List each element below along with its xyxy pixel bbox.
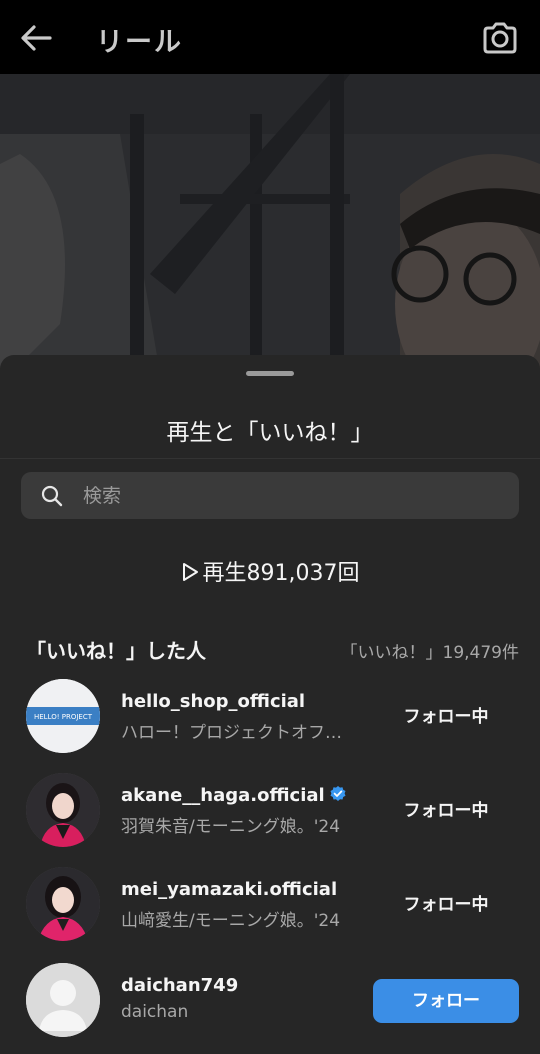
- hello-project-logo-avatar: HELLO! PROJECT: [26, 679, 100, 753]
- following-button[interactable]: フォロー中: [373, 883, 519, 927]
- username[interactable]: hello_shop_official: [121, 691, 305, 712]
- avatar[interactable]: [26, 773, 100, 847]
- search-input[interactable]: [83, 472, 503, 519]
- avatar-logo-text: HELLO! PROJECT: [34, 713, 93, 721]
- user-row[interactable]: mei_yamazaki.official 山﨑愛生/モーニング娘。'24 フォ…: [0, 859, 540, 949]
- likes-count: 「いいね！」19,479件: [340, 643, 519, 663]
- reel-video-preview: [0, 74, 540, 374]
- user-fullname: ハロー！プロジェクトオフ…: [121, 723, 342, 743]
- following-button[interactable]: フォロー中: [373, 695, 519, 739]
- username-text: akane__haga.official: [121, 785, 325, 806]
- play-count-label: 再生891,037回: [202, 561, 360, 586]
- sheet-title: 再生と「いいね！」: [166, 420, 374, 446]
- search-bar[interactable]: [21, 472, 519, 519]
- video-frame-image: [0, 74, 540, 374]
- user-fullname: daichan: [121, 1002, 189, 1022]
- username[interactable]: mei_yamazaki.official: [121, 879, 337, 900]
- play-count: 再生891,037回: [0, 555, 540, 587]
- user-row[interactable]: akane__haga.official 羽賀朱音/モーニング娘。'24 フォロ…: [0, 765, 540, 855]
- username[interactable]: daichan749: [121, 975, 238, 996]
- avatar[interactable]: HELLO! PROJECT: [26, 679, 100, 753]
- following-button[interactable]: フォロー中: [373, 789, 519, 833]
- profile-photo: [26, 867, 100, 941]
- camera-icon[interactable]: [480, 18, 520, 58]
- user-row[interactable]: daichan749 daichan フォロー: [0, 955, 540, 1045]
- divider: [0, 458, 540, 459]
- page-title: リール: [96, 27, 183, 58]
- sheet-drag-handle[interactable]: [246, 371, 294, 376]
- play-icon: [182, 563, 198, 581]
- avatar[interactable]: [26, 867, 100, 941]
- follow-button[interactable]: フォロー: [373, 979, 519, 1023]
- verified-badge-icon: [330, 786, 346, 801]
- user-fullname: 山﨑愛生/モーニング娘。'24: [121, 911, 341, 931]
- plays-and-likes-sheet: 再生と「いいね！」 再生891,037回 「いいね！」した人 「いいね！」19,…: [0, 355, 540, 1054]
- top-bar: リール: [0, 0, 540, 74]
- back-arrow-icon[interactable]: [16, 20, 56, 56]
- search-icon: [41, 485, 63, 507]
- avatar[interactable]: [26, 963, 100, 1037]
- profile-photo: [26, 773, 100, 847]
- liked-by-heading: 「いいね！」した人: [26, 639, 206, 663]
- username[interactable]: akane__haga.official: [121, 785, 347, 806]
- user-row[interactable]: HELLO! PROJECT hello_shop_official ハロー！プ…: [0, 671, 540, 761]
- default-avatar-icon: [26, 963, 100, 1037]
- user-fullname: 羽賀朱音/モーニング娘。'24: [121, 817, 341, 837]
